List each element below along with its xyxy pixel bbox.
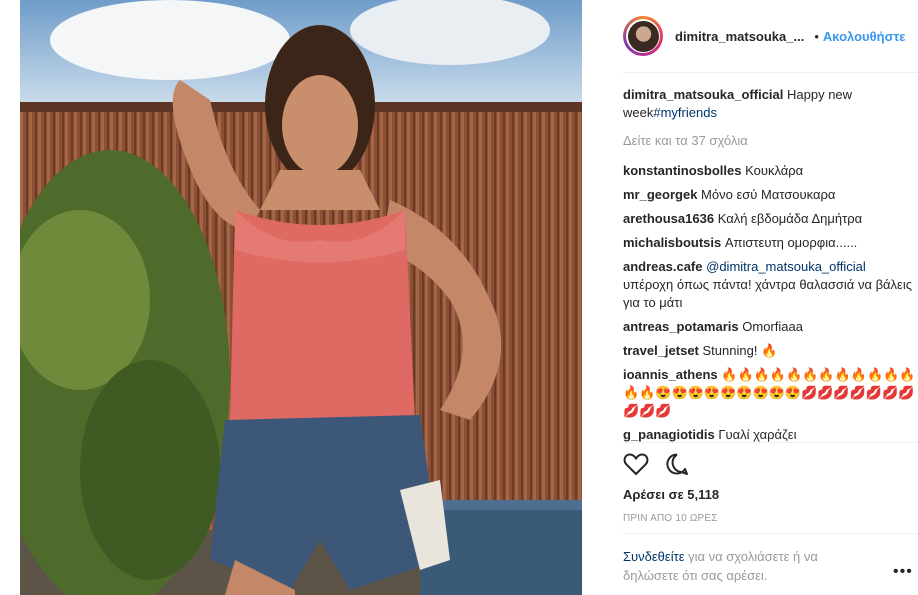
comment-text: υπέροχη όπως πάντα! χάντρα θαλασσιά να β… xyxy=(623,277,913,310)
comments-divider xyxy=(623,442,918,443)
caption-username[interactable]: dimitra_matsouka_official xyxy=(623,87,783,102)
comment-text: Καλή εβδομάδα Δημήτρα xyxy=(717,211,863,226)
post-username[interactable]: dimitra_matsouka_... xyxy=(675,29,804,44)
post-photo[interactable] xyxy=(20,0,582,595)
avatar-image xyxy=(627,20,659,52)
comment-item: andreas.cafe @dimitra_matsouka_official … xyxy=(623,258,918,312)
follow-separator: • xyxy=(814,28,819,44)
view-all-comments-link[interactable]: Δείτε και τα 37 σχόλια xyxy=(623,132,918,150)
comment-username[interactable]: travel_jetset xyxy=(623,343,699,358)
comment-item: konstantinosbolles Κουκλάρα xyxy=(623,162,918,180)
comment-username[interactable]: ioannis_athens xyxy=(623,367,718,382)
comment-text: Omorfiaaa xyxy=(742,319,803,334)
more-options-icon[interactable]: ••• xyxy=(893,563,913,581)
footer-divider xyxy=(623,533,918,534)
login-prompt: Συνδεθείτε για να σχολιάσετε ή να δηλώσε… xyxy=(623,547,863,585)
comment-item: antreas_potamaris Omorfiaaa xyxy=(623,318,918,336)
comment-username[interactable]: antreas_potamaris xyxy=(623,319,739,334)
comment-text: Γυαλί χαράζει xyxy=(718,427,797,442)
post-header: dimitra_matsouka_... • Ακολουθήστε xyxy=(623,14,918,58)
avatar[interactable] xyxy=(623,16,663,56)
comment-username[interactable]: mr_georgek xyxy=(623,187,697,202)
comment-username[interactable]: arethousa1636 xyxy=(623,211,714,226)
comment-item: g_panagiotidis Γυαλί χαράζει xyxy=(623,426,918,442)
comment-text: Κουκλάρα xyxy=(745,163,804,178)
post-sidebar: dimitra_matsouka_... • Ακολουθήστε dimit… xyxy=(603,0,918,595)
comment-mention[interactable]: @dimitra_matsouka_official xyxy=(706,259,866,274)
comment-text: Απιστευτη ομορφια...... xyxy=(724,235,858,250)
login-link[interactable]: Συνδεθείτε xyxy=(623,549,685,564)
caption: dimitra_matsouka_official Happy new week… xyxy=(623,86,918,122)
comment-text: Stunning! 🔥 xyxy=(702,343,778,358)
comment-item: ioannis_athens 🔥🔥🔥🔥🔥🔥🔥🔥🔥🔥🔥🔥🔥🔥😍😍😍😍😍😍😍😍😍💋💋… xyxy=(623,366,918,420)
heart-icon[interactable] xyxy=(623,452,649,481)
comment-username[interactable]: konstantinosbolles xyxy=(623,163,741,178)
action-bar xyxy=(623,452,689,481)
comment-username[interactable]: g_panagiotidis xyxy=(623,427,715,442)
post-timestamp: ΠΡΙΝ ΑΠΟ 10 ΩΡΕΣ xyxy=(623,513,718,524)
comment-username[interactable]: michalisboutsis xyxy=(623,235,721,250)
comment-item: travel_jetset Stunning! 🔥 xyxy=(623,342,918,360)
comment-item: arethousa1636 Καλή εβδομάδα Δημήτρα xyxy=(623,210,918,228)
follow-button[interactable]: Ακολουθήστε xyxy=(823,29,906,44)
comment-item: mr_georgek Μόνο εσύ Ματσουκαρα xyxy=(623,186,918,204)
comment-item: michalisboutsis Απιστευτη ομορφια...... xyxy=(623,234,918,252)
likes-count[interactable]: Αρέσει σε 5,118 xyxy=(623,487,719,502)
comment-icon[interactable] xyxy=(665,452,689,481)
caption-hashtag[interactable]: #myfriends xyxy=(653,105,717,120)
post-card: dimitra_matsouka_... • Ακολουθήστε dimit… xyxy=(0,0,918,595)
comment-text: Μόνο εσύ Ματσουκαρα xyxy=(701,187,836,202)
comments-list[interactable]: dimitra_matsouka_official Happy new week… xyxy=(623,86,918,442)
comment-username[interactable]: andreas.cafe xyxy=(623,259,703,274)
photo-illustration xyxy=(20,0,582,595)
header-divider xyxy=(623,72,918,73)
